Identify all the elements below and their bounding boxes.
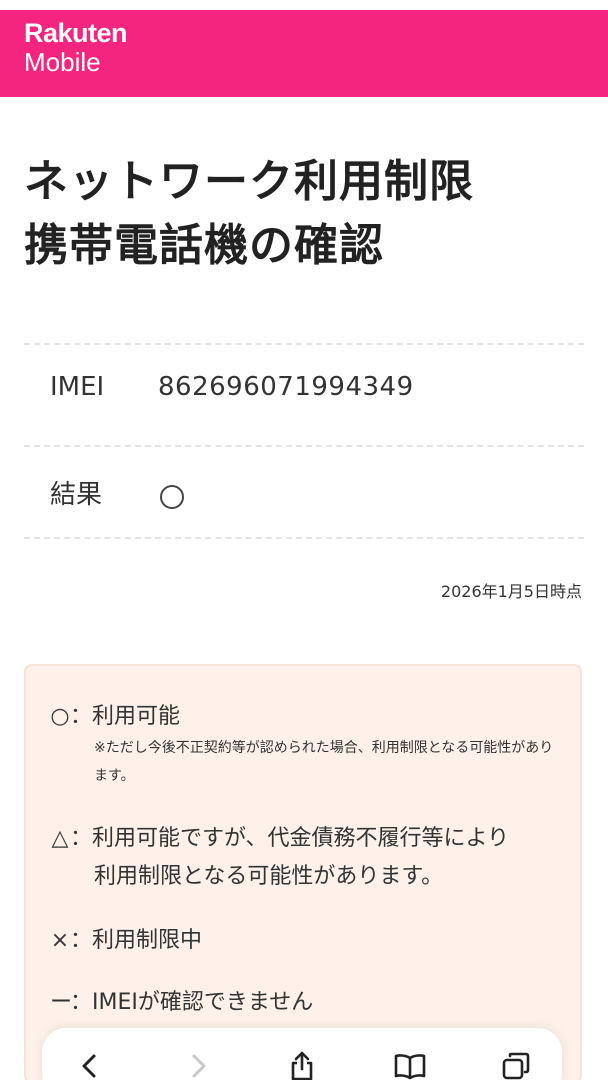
imei-value: 862696071994349 (158, 372, 414, 402)
legend-item-conditional: △：利用可能ですが、代金債務不履行等により 利用制限となる可能性があります。 (50, 820, 560, 890)
page-title-line2: 携帯電話機の確認 (24, 220, 384, 271)
imei-row: IMEI 862696071994349 (24, 343, 584, 445)
legend-item-unknown: ー：IMEIが確認できません (50, 984, 560, 1016)
legend-item-restricted: ×：利用制限中 (50, 922, 560, 954)
legend-item-available: ○：利用可能 (50, 698, 560, 730)
legend-cross-symbol: × (50, 928, 70, 953)
legend-triangle-text1: ：利用可能ですが、代金債務不履行等により (70, 826, 510, 851)
legend-box: ○：利用可能 ※ただし今後不正契約等が認められた場合、利用制限となる可能性があり… (24, 664, 582, 1080)
imei-label: IMEI (50, 372, 105, 402)
share-icon[interactable] (284, 1048, 320, 1080)
logo-brand: Rakuten (24, 18, 128, 48)
legend-triangle-text2: 利用制限となる可能性があります。 (94, 864, 444, 889)
legend-triangle-symbol: △ (51, 826, 69, 851)
back-icon[interactable] (72, 1048, 108, 1080)
page: Rakuten Mobile ネットワーク利用制限 携帯電話機の確認 IMEI … (0, 0, 608, 1080)
timestamp: 2026年1月5日時点 (440, 582, 582, 601)
legend-circle-note: ※ただし今後不正契約等が認められた場合、利用制限となる可能性があります。 (94, 740, 554, 784)
page-title: ネットワーク利用制限 携帯電話機の確認 (24, 150, 584, 278)
result-row: 結果 (24, 445, 584, 539)
logo-product: Mobile (24, 47, 101, 77)
legend-dash-symbol: ー (50, 990, 73, 1015)
result-table: IMEI 862696071994349 結果 (24, 343, 584, 539)
page-title-line1: ネットワーク利用制限 (24, 156, 474, 207)
result-label: 結果 (50, 480, 103, 510)
app-header: Rakuten Mobile (0, 10, 608, 97)
bookmarks-icon[interactable] (392, 1048, 428, 1080)
browser-toolbar (42, 1028, 562, 1080)
legend-circle-text: ：利用可能 (70, 704, 181, 729)
legend-cross-text: ：利用制限中 (70, 928, 203, 953)
forward-icon[interactable] (180, 1048, 216, 1080)
legend-dash-text: ：IMEIが確認できません (70, 990, 314, 1015)
tabs-icon[interactable] (498, 1048, 534, 1080)
rakuten-mobile-logo[interactable]: Rakuten Mobile (24, 18, 128, 77)
circle-icon (160, 485, 184, 509)
legend-circle-symbol: ○ (50, 704, 70, 729)
